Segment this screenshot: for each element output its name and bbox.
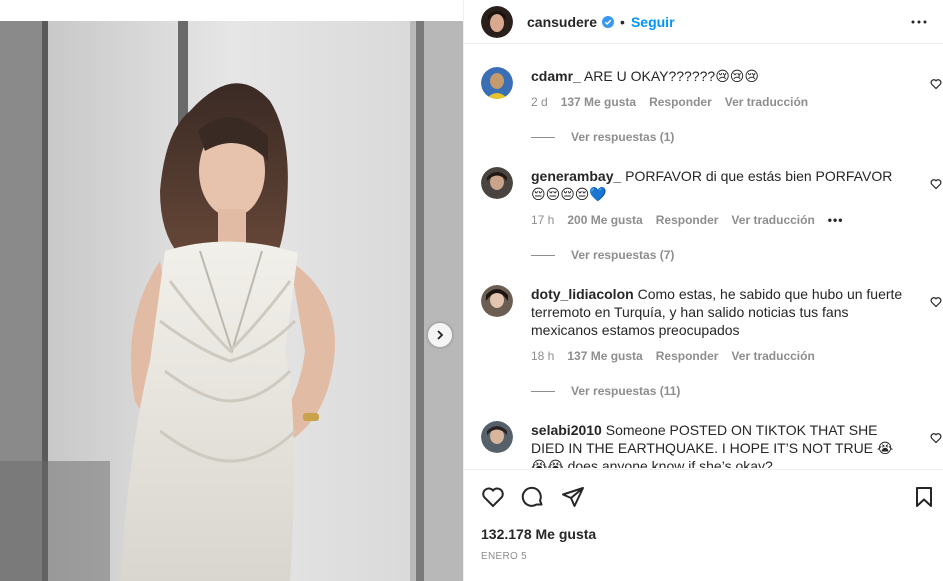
post-header: cansudere • Seguir (464, 0, 943, 44)
commenter-avatar-image (481, 167, 513, 199)
comment-text-block: generambay_ PORFAVOR di que estás bien P… (531, 167, 909, 203)
photo-top-gap (0, 0, 463, 21)
instagram-post-view: cansudere • Seguir cdamr_ ARE U OKAY????… (0, 0, 943, 581)
comment-age: 18 h (531, 349, 555, 363)
like-heart-icon[interactable] (481, 485, 505, 514)
comment-likes[interactable]: 200 Me gusta (567, 213, 642, 227)
view-replies-button[interactable]: Ver respuestas (7) (531, 248, 674, 262)
comment-text-block: cdamr_ ARE U OKAY??????😢😢😢 (531, 67, 909, 85)
next-photo-button[interactable] (428, 323, 452, 347)
commenter-avatar[interactable] (481, 285, 513, 317)
comment-meta: 2 d 137 Me gusta Responder Ver traducció… (531, 95, 821, 109)
view-replies-label: Ver respuestas (11) (571, 384, 681, 398)
post-photo[interactable] (0, 21, 463, 581)
translate-button[interactable]: Ver traducción (725, 95, 808, 109)
comment-username[interactable]: selabi2010 (531, 422, 602, 438)
post-actions: 132.178 Me gusta ENERO 5 (464, 469, 943, 581)
comment-icon[interactable] (521, 485, 545, 514)
reply-button[interactable]: Responder (656, 349, 719, 363)
comment-likes[interactable]: 137 Me gusta (567, 349, 642, 363)
comment-text-block: selabi2010 Someone POSTED ON TIKTOK THAT… (531, 421, 909, 468)
author-avatar-image (481, 5, 513, 38)
translate-button[interactable]: Ver traducción (731, 349, 814, 363)
share-icon[interactable] (561, 485, 585, 514)
commenter-avatar-image (481, 285, 513, 317)
comments-list[interactable]: cdamr_ ARE U OKAY??????😢😢😢 2 d 137 Me gu… (464, 54, 943, 468)
comment-likes[interactable]: 137 Me gusta (561, 95, 636, 109)
translate-button[interactable]: Ver traducción (731, 213, 814, 227)
heart-icon[interactable] (930, 177, 942, 195)
comment-username[interactable]: doty_lidiacolon (531, 286, 634, 302)
replies-line (531, 390, 555, 392)
author-avatar[interactable] (481, 5, 513, 38)
comment-options-button[interactable]: ••• (828, 213, 844, 227)
commenter-avatar-image (481, 67, 513, 99)
post-likes-count[interactable]: 132.178 Me gusta (481, 526, 596, 542)
view-replies-label: Ver respuestas (7) (571, 248, 675, 262)
follow-button[interactable]: Seguir (631, 14, 675, 30)
heart-icon[interactable] (930, 77, 942, 95)
comment-meta: 17 h 200 Me gusta Responder Ver traducci… (531, 213, 856, 227)
commenter-avatar[interactable] (481, 67, 513, 99)
elevator-portrait-image (0, 21, 463, 581)
commenter-avatar[interactable] (481, 167, 513, 199)
commenter-avatar[interactable] (481, 421, 513, 453)
comment-age: 2 d (531, 95, 548, 109)
comment-age: 17 h (531, 213, 555, 227)
comment-text: ARE U OKAY??????😢😢😢 (583, 68, 759, 84)
reply-button[interactable]: Responder (649, 95, 712, 109)
post-side-panel: cansudere • Seguir cdamr_ ARE U OKAY????… (463, 0, 943, 581)
heart-icon[interactable] (930, 295, 942, 313)
comment-username[interactable]: cdamr_ (531, 68, 581, 84)
view-replies-label: Ver respuestas (1) (571, 130, 675, 144)
commenter-avatar-image (481, 421, 513, 453)
heart-icon[interactable] (930, 431, 942, 449)
more-options-icon[interactable] (911, 14, 927, 35)
comment-text-block: doty_lidiacolon Como estas, he sabido qu… (531, 285, 909, 339)
chevron-right-icon (437, 330, 444, 340)
separator-dot: • (620, 13, 625, 30)
view-replies-button[interactable]: Ver respuestas (1) (531, 130, 674, 144)
replies-line (531, 136, 555, 138)
comment-username[interactable]: generambay_ (531, 168, 621, 184)
replies-line (531, 254, 555, 256)
view-replies-button[interactable]: Ver respuestas (11) (531, 384, 680, 398)
reply-button[interactable]: Responder (656, 213, 719, 227)
post-date: ENERO 5 (481, 551, 528, 562)
verified-badge-icon (602, 15, 615, 28)
comment-meta: 18 h 137 Me gusta Responder Ver traducci… (531, 349, 828, 363)
author-username[interactable]: cansudere (527, 14, 597, 30)
bookmark-icon[interactable] (912, 485, 936, 514)
